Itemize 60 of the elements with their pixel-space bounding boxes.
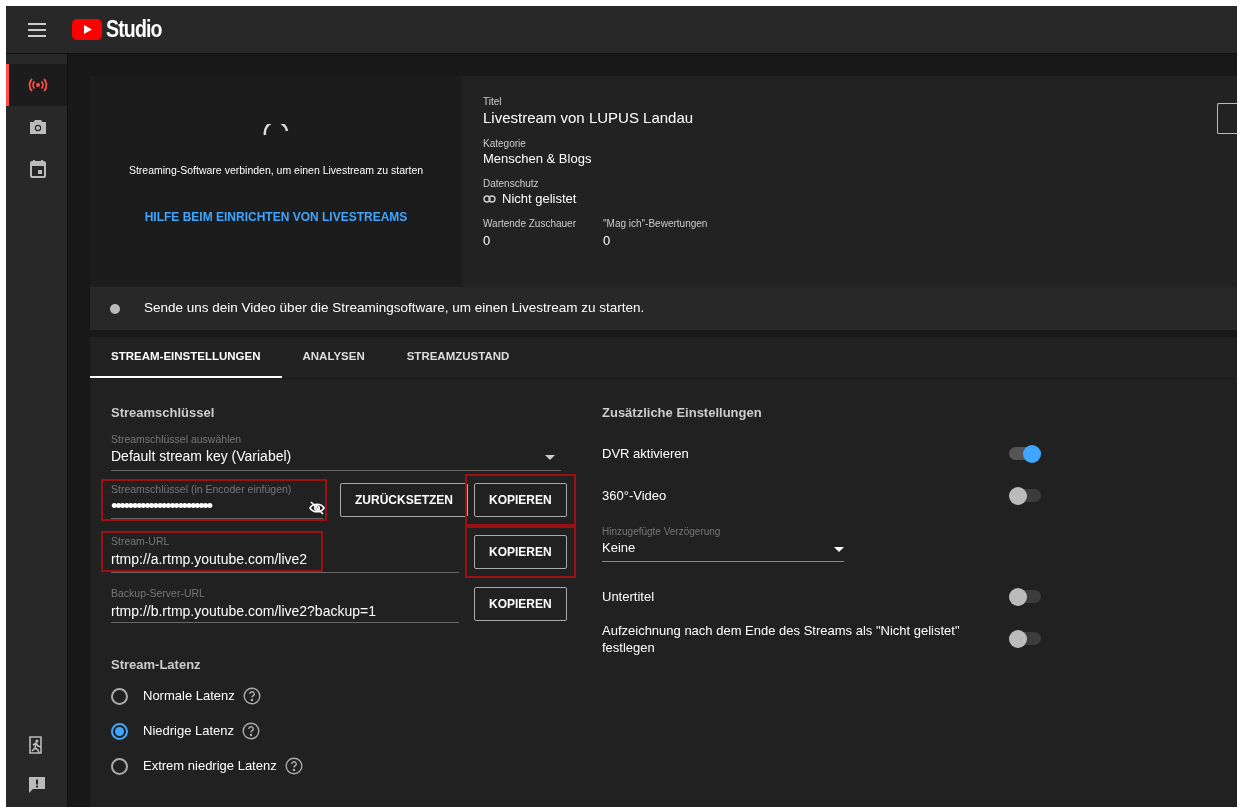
field-label: Titel xyxy=(483,96,503,108)
setting-label: Aufzeichnung nach dem Ende des Streams als "Nicht gelistet" festlegen xyxy=(602,621,961,656)
stream-key-field[interactable]: Streamschlüssel (in Encoder einfügen) •••••••••••••••••••••••• xyxy=(111,482,323,519)
stream-title: Livestream von LUPUS Landau xyxy=(483,108,694,128)
setting-label: DVR aktivieren xyxy=(602,445,690,462)
camera-icon xyxy=(29,119,47,135)
delay-select[interactable]: Hinzugefügte Verzögerung Keine xyxy=(602,524,844,562)
toggle-switch[interactable] xyxy=(1009,489,1041,502)
section-heading: Streamschlüssel xyxy=(111,404,216,422)
stat-value: 0 xyxy=(483,232,492,250)
field-label: Datenschutz xyxy=(483,178,540,190)
stat-label: Wartende Zuschauer xyxy=(483,218,577,230)
help-icon[interactable] xyxy=(242,687,261,705)
eye-off-icon[interactable] xyxy=(309,500,325,515)
section-heading: Stream-Latenz xyxy=(111,655,202,674)
preview-message: Streaming-Software verbinden, um einen Livestream zu starten xyxy=(128,163,424,178)
link-icon xyxy=(483,195,496,203)
menu-icon[interactable] xyxy=(28,22,46,37)
tab[interactable]: STREAMZUSTAND xyxy=(385,337,531,378)
status-message: Sende uns dein Video über die Streamingsoftware, um einen Livestream zu starten. xyxy=(144,299,645,318)
copy-button[interactable]: KOPIEREN xyxy=(474,534,567,569)
field-label: Kategorie xyxy=(483,138,527,150)
logo-text: Studio xyxy=(106,15,162,45)
radio-label: Niedrige Latenz xyxy=(143,722,235,741)
copy-button[interactable]: ZURÜCKSETZEN xyxy=(340,482,468,517)
radio-label: Extrem niedrige Latenz xyxy=(143,757,277,776)
toggle-switch[interactable] xyxy=(1009,447,1041,460)
stat-value: 0 xyxy=(603,232,612,250)
help-icon[interactable] xyxy=(242,722,261,740)
privacy-value: Nicht gelistet xyxy=(502,190,577,208)
radio-button[interactable] xyxy=(111,687,128,705)
sidebar-item[interactable] xyxy=(6,64,67,106)
copy-button[interactable]: KOPIEREN xyxy=(474,586,567,621)
broadcast-icon xyxy=(28,77,48,93)
toggle-switch[interactable] xyxy=(1009,632,1041,645)
help-link[interactable]: HILFE BEIM EINRICHTEN VON LIVESTREAMS xyxy=(144,207,408,226)
category-value: Menschen & Blogs xyxy=(483,150,593,168)
radio-button[interactable] xyxy=(111,757,128,775)
stream-key-select[interactable]: Streamschlüssel auswählen Default stream key (Variabel) xyxy=(111,432,561,471)
radio-button[interactable] xyxy=(111,722,128,740)
highlight-frame: Stream-URL rtmp://a.rtmp.youtube.com/live2 xyxy=(101,530,324,572)
copy-button[interactable]: KOPIEREN xyxy=(474,482,567,517)
feedback-icon xyxy=(27,776,46,794)
exit-icon xyxy=(28,736,45,754)
edit-button[interactable] xyxy=(1217,103,1237,134)
tab[interactable]: ANALYSEN xyxy=(281,337,386,378)
play-logo-icon xyxy=(72,19,102,40)
section-heading: Zusätzliche Einstellungen xyxy=(602,404,763,422)
radio-label: Normale Latenz xyxy=(143,687,235,706)
stat-label: "Mag ich"-Bewertungen xyxy=(603,218,708,230)
setting-label: Untertitel xyxy=(602,588,656,605)
calendar-icon xyxy=(30,160,46,178)
url-field[interactable]: Stream-URL rtmp://a.rtmp.youtube.com/live2 xyxy=(111,530,459,573)
dropdown-arrow-icon xyxy=(834,546,844,552)
toggle-switch[interactable] xyxy=(1009,590,1041,603)
dropdown-arrow-icon xyxy=(545,454,555,460)
setting-label: 360°-Video xyxy=(602,487,668,504)
help-icon[interactable] xyxy=(284,757,303,775)
loading-spinner-icon xyxy=(263,124,289,136)
url-field[interactable]: Backup-Server-URL rtmp://b.rtmp.youtube.com/live2?backup=1 xyxy=(111,584,459,623)
